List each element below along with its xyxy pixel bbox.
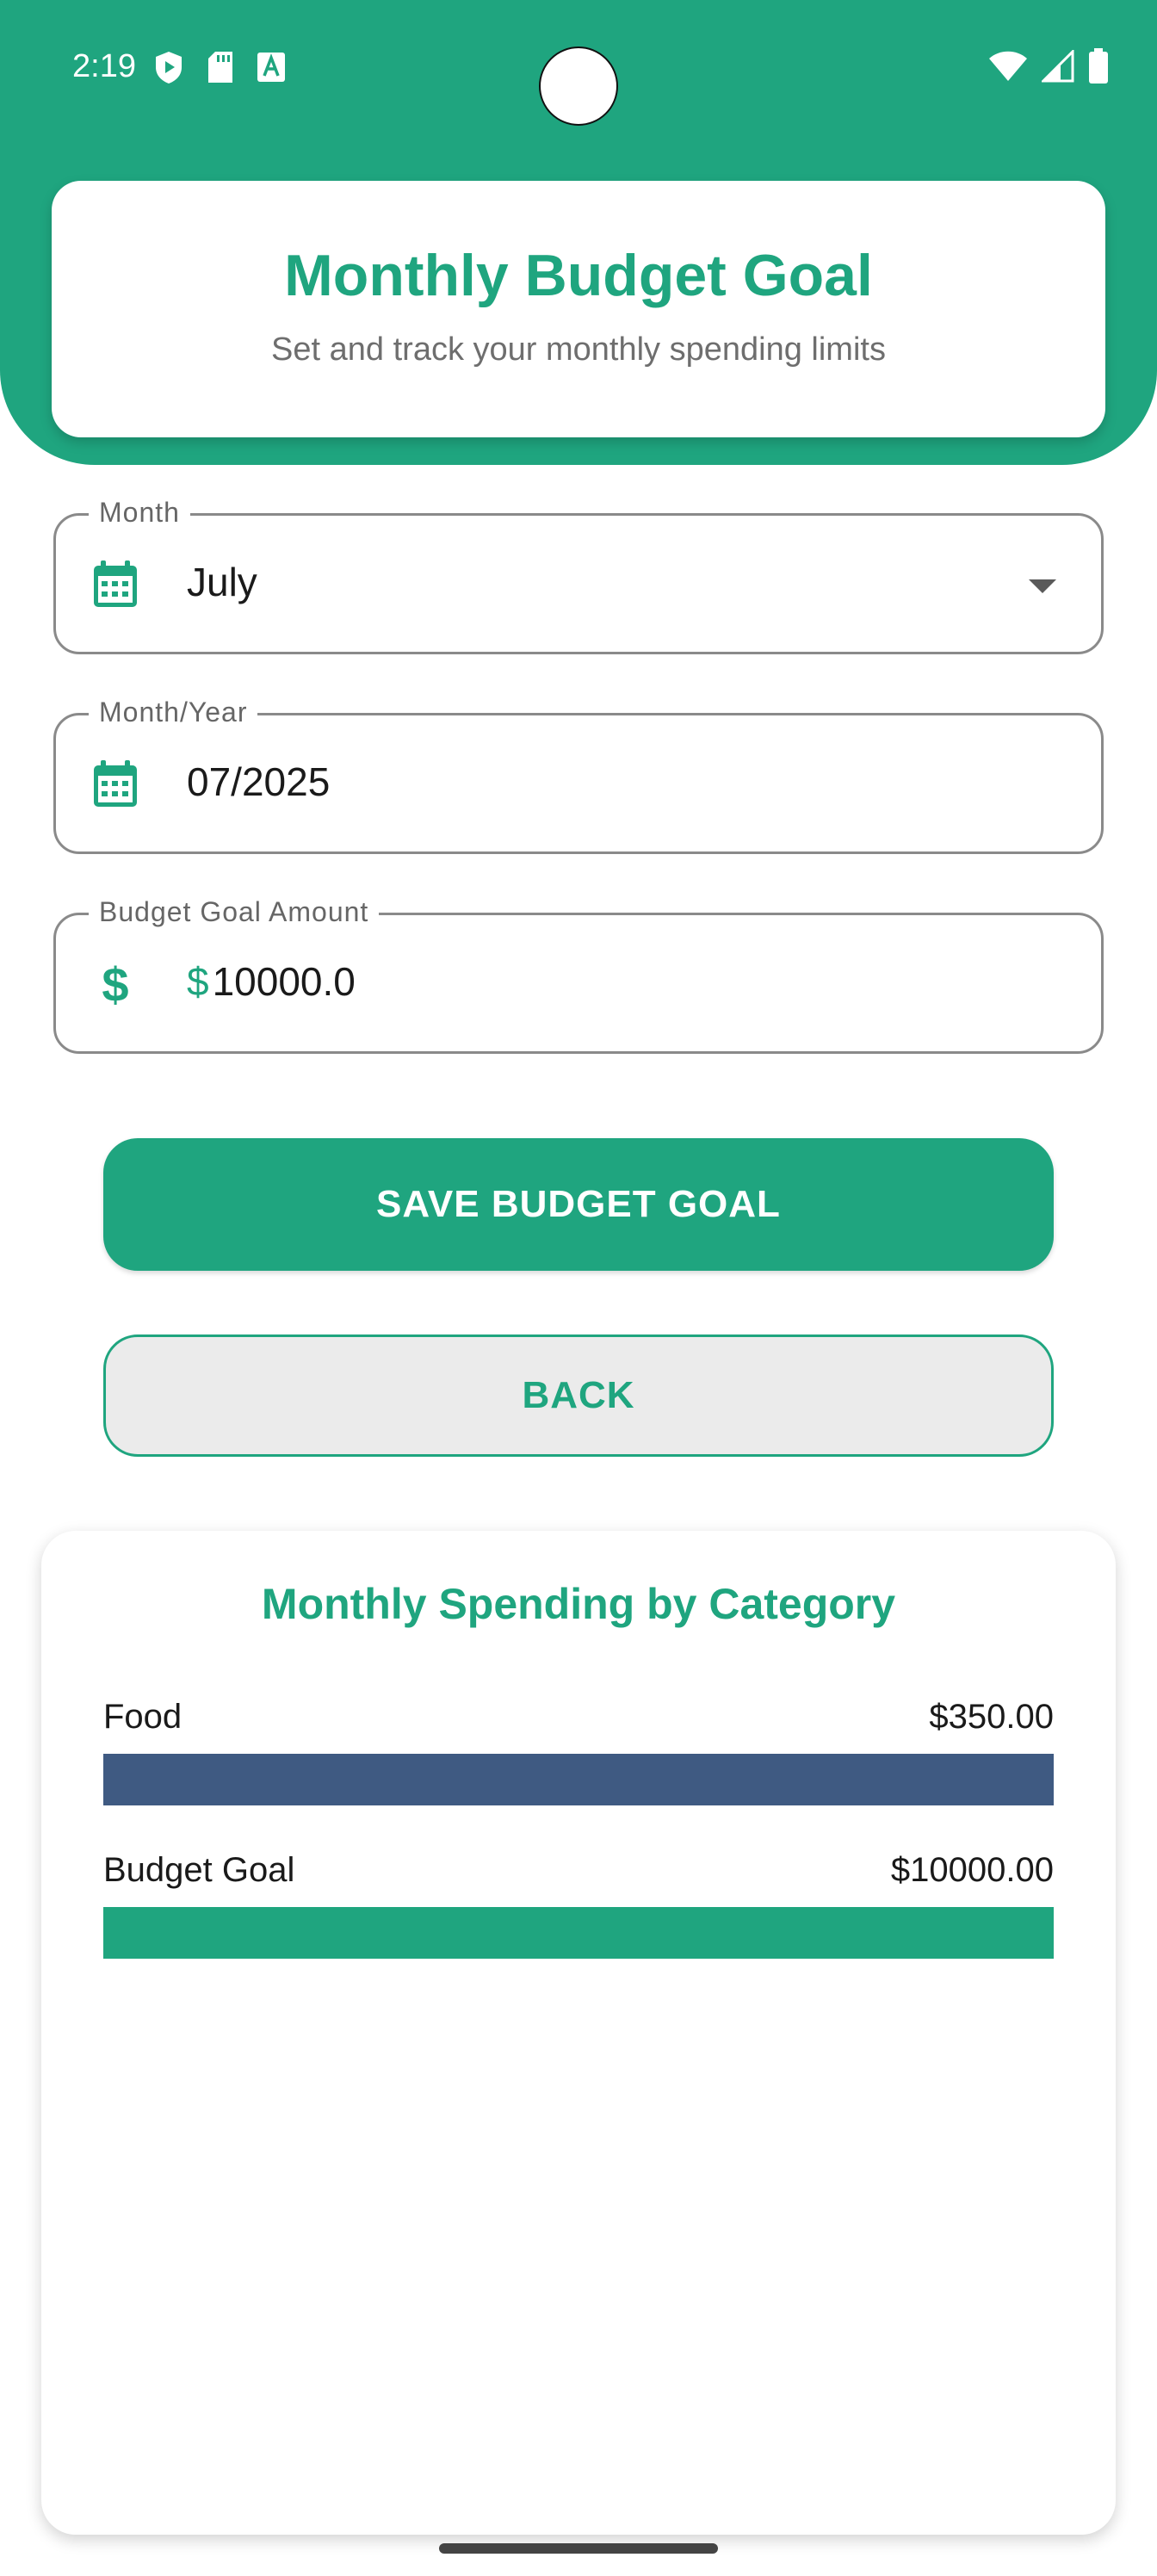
month-label: Month <box>89 497 190 529</box>
page-title: Monthly Budget Goal <box>284 242 873 308</box>
chart-title: Monthly Spending by Category <box>261 1580 896 1628</box>
month-year-field[interactable]: Month/Year 07/2025 <box>53 697 1104 854</box>
play-protect-icon <box>156 52 182 84</box>
bar-category-label: Budget Goal <box>103 1851 295 1889</box>
bar-value-label: $350.00 <box>929 1698 1054 1736</box>
month-value: July <box>187 560 257 604</box>
back-button[interactable]: BACK <box>103 1334 1054 1457</box>
signal-icon <box>1042 50 1074 83</box>
month-dropdown[interactable]: Month July <box>53 497 1104 654</box>
bar-track <box>103 1907 1054 1959</box>
calendar-icon <box>94 560 137 607</box>
budget-amount-field[interactable]: Budget Goal Amount $ $10000.0 <box>53 896 1104 1054</box>
dropdown-arrow-icon[interactable] <box>1029 579 1056 593</box>
bar-row: Food $350.00 <box>103 1698 1054 1805</box>
status-time: 2:19 <box>72 48 136 84</box>
svg-text:$: $ <box>102 958 128 1008</box>
currency-prefix: $ <box>187 959 209 1004</box>
bar-row: Budget Goal $10000.00 <box>103 1851 1054 1959</box>
home-indicator[interactable] <box>439 2543 718 2554</box>
bar <box>103 1754 1054 1805</box>
title-card: Monthly Budget Goal Set and track your m… <box>52 181 1105 437</box>
month-year-label: Month/Year <box>89 697 258 728</box>
spending-chart-card: Monthly Spending by Category Food $350.00… <box>41 1531 1116 2535</box>
font-a-icon <box>257 53 285 82</box>
page-subtitle: Set and track your monthly spending limi… <box>271 331 886 368</box>
status-bar: 2:19 <box>0 0 1157 129</box>
bar-header: Food $350.00 <box>103 1698 1054 1737</box>
battery-icon <box>1089 48 1108 84</box>
bar-header: Budget Goal $10000.00 <box>103 1851 1054 1890</box>
sd-card-icon <box>208 52 232 83</box>
budget-amount-number: 10000.0 <box>212 959 356 1004</box>
budget-amount-value: $10000.0 <box>187 958 356 1005</box>
calendar-icon <box>94 760 137 807</box>
month-year-value: 07/2025 <box>187 759 331 804</box>
bar-track <box>103 1754 1054 1805</box>
bar <box>103 1907 1054 1959</box>
dollar-icon: $ <box>102 958 128 1008</box>
bar-value-label: $10000.00 <box>890 1851 1054 1889</box>
save-budget-goal-button[interactable]: SAVE BUDGET GOAL <box>103 1138 1054 1271</box>
budget-amount-label: Budget Goal Amount <box>89 896 380 928</box>
wifi-icon <box>989 51 1027 81</box>
bar-category-label: Food <box>103 1698 183 1736</box>
front-camera <box>539 46 618 126</box>
